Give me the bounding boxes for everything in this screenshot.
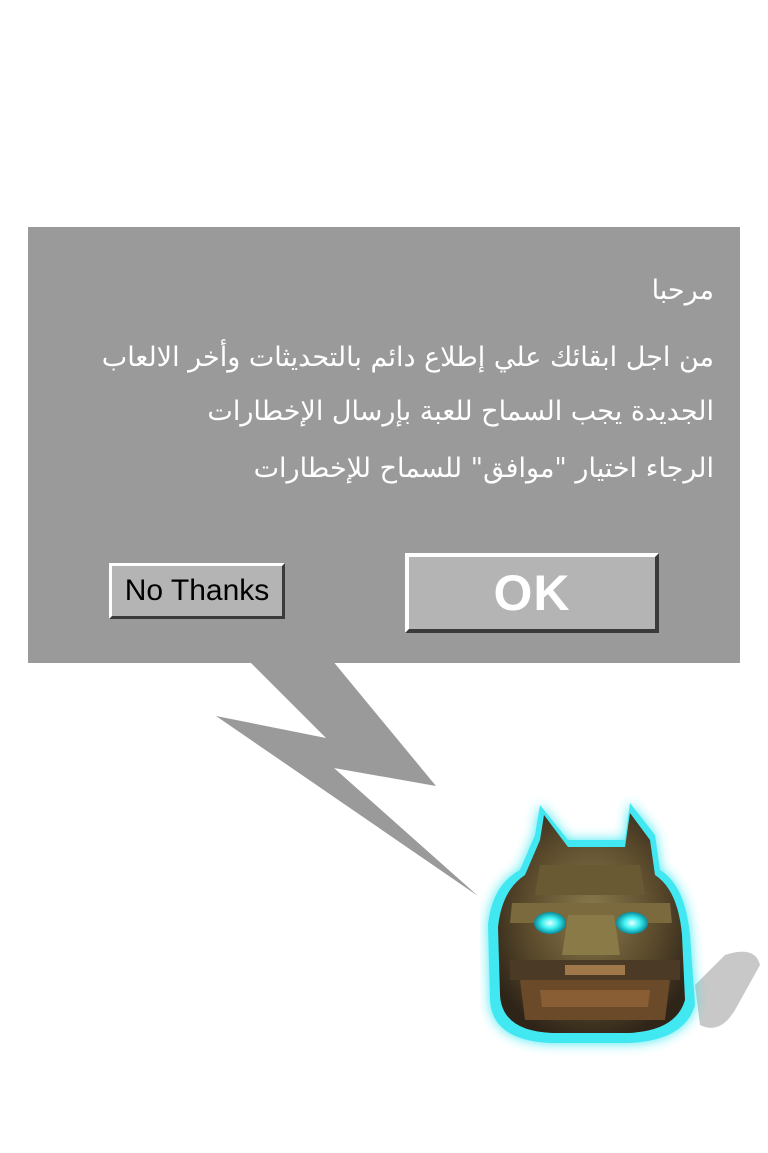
ok-button[interactable]: OK [405, 553, 659, 633]
ok-label: OK [493, 565, 571, 621]
dialog-message: من اجل ابقائك علي إطلاع دائم بالتحديثات … [101, 342, 714, 427]
no-thanks-label: No Thanks [124, 574, 270, 607]
no-thanks-button[interactable]: No Thanks [109, 563, 285, 619]
greeting-text: مرحبا [651, 275, 714, 306]
stone-idol-mascot-icon [488, 803, 760, 1043]
dialog-instruction: الرجاء اختيار "موافق" للسماح للإخطارات [253, 453, 714, 484]
notification-permission-dialog: مرحبا من اجل ابقائك علي إطلاع دائم بالتح… [28, 227, 740, 663]
